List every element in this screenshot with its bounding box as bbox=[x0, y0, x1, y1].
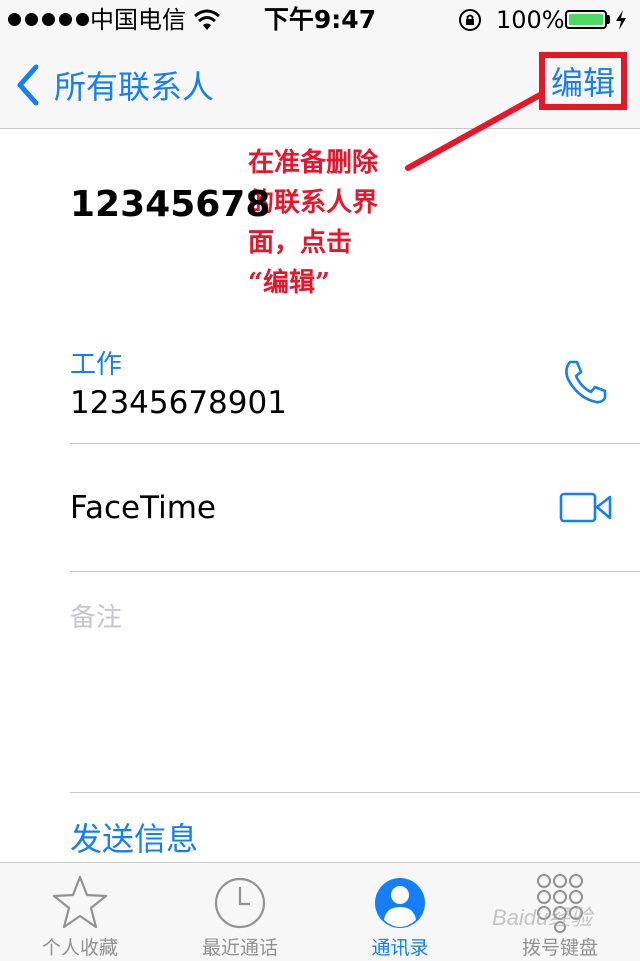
navigation-bar: 所有联系人 编辑 bbox=[0, 40, 640, 129]
send-message-button[interactable]: 发送信息 bbox=[70, 814, 198, 860]
clock-icon bbox=[214, 877, 266, 929]
tab-contacts[interactable]: 通讯录 bbox=[320, 863, 480, 961]
row-divider bbox=[70, 571, 640, 572]
tab-label: 通讯录 bbox=[371, 937, 429, 959]
tab-label: 拨号键盘 bbox=[521, 937, 598, 959]
notes-field[interactable]: 备注 bbox=[70, 597, 122, 634]
phone-label: 工作 bbox=[70, 350, 123, 380]
chevron-left-icon bbox=[17, 64, 39, 106]
contact-name: 12345678 bbox=[70, 184, 271, 225]
annotation-line: 在准备删除 bbox=[248, 148, 379, 178]
rotation-lock-icon bbox=[459, 9, 481, 31]
charging-bolt-icon bbox=[616, 10, 626, 30]
annotation-line: “编辑” bbox=[248, 268, 330, 298]
status-bar: 中国电信 下午9:47 100% bbox=[0, 0, 640, 40]
tab-label: 最近通话 bbox=[201, 937, 278, 959]
tab-label: 个人收藏 bbox=[41, 937, 118, 959]
person-icon bbox=[375, 878, 425, 928]
back-button[interactable]: 所有联系人 bbox=[14, 60, 214, 110]
annotation-text: 在准备删除 的联系人界 面，点击 “编辑” bbox=[248, 143, 408, 303]
facetime-label[interactable]: FaceTime bbox=[70, 490, 216, 526]
star-icon bbox=[52, 875, 108, 929]
row-divider bbox=[70, 443, 640, 444]
phone-number[interactable]: 12345678901 bbox=[70, 385, 287, 421]
battery-icon bbox=[565, 10, 607, 29]
battery-percent: 100% bbox=[496, 6, 565, 34]
row-divider bbox=[70, 792, 640, 793]
tab-recents[interactable]: 最近通话 bbox=[160, 863, 320, 961]
watermark: Baidu经验 bbox=[492, 905, 593, 930]
phone-call-icon[interactable] bbox=[560, 357, 610, 407]
battery-tip bbox=[607, 15, 610, 24]
back-button-label: 所有联系人 bbox=[54, 68, 215, 106]
edit-button[interactable]: 编辑 bbox=[539, 52, 627, 110]
tab-favorites[interactable]: 个人收藏 bbox=[0, 863, 160, 961]
annotation-line: 面，点击 bbox=[248, 228, 353, 258]
facetime-video-icon[interactable] bbox=[558, 490, 614, 526]
annotation-line: 的联系人界 bbox=[248, 188, 379, 218]
